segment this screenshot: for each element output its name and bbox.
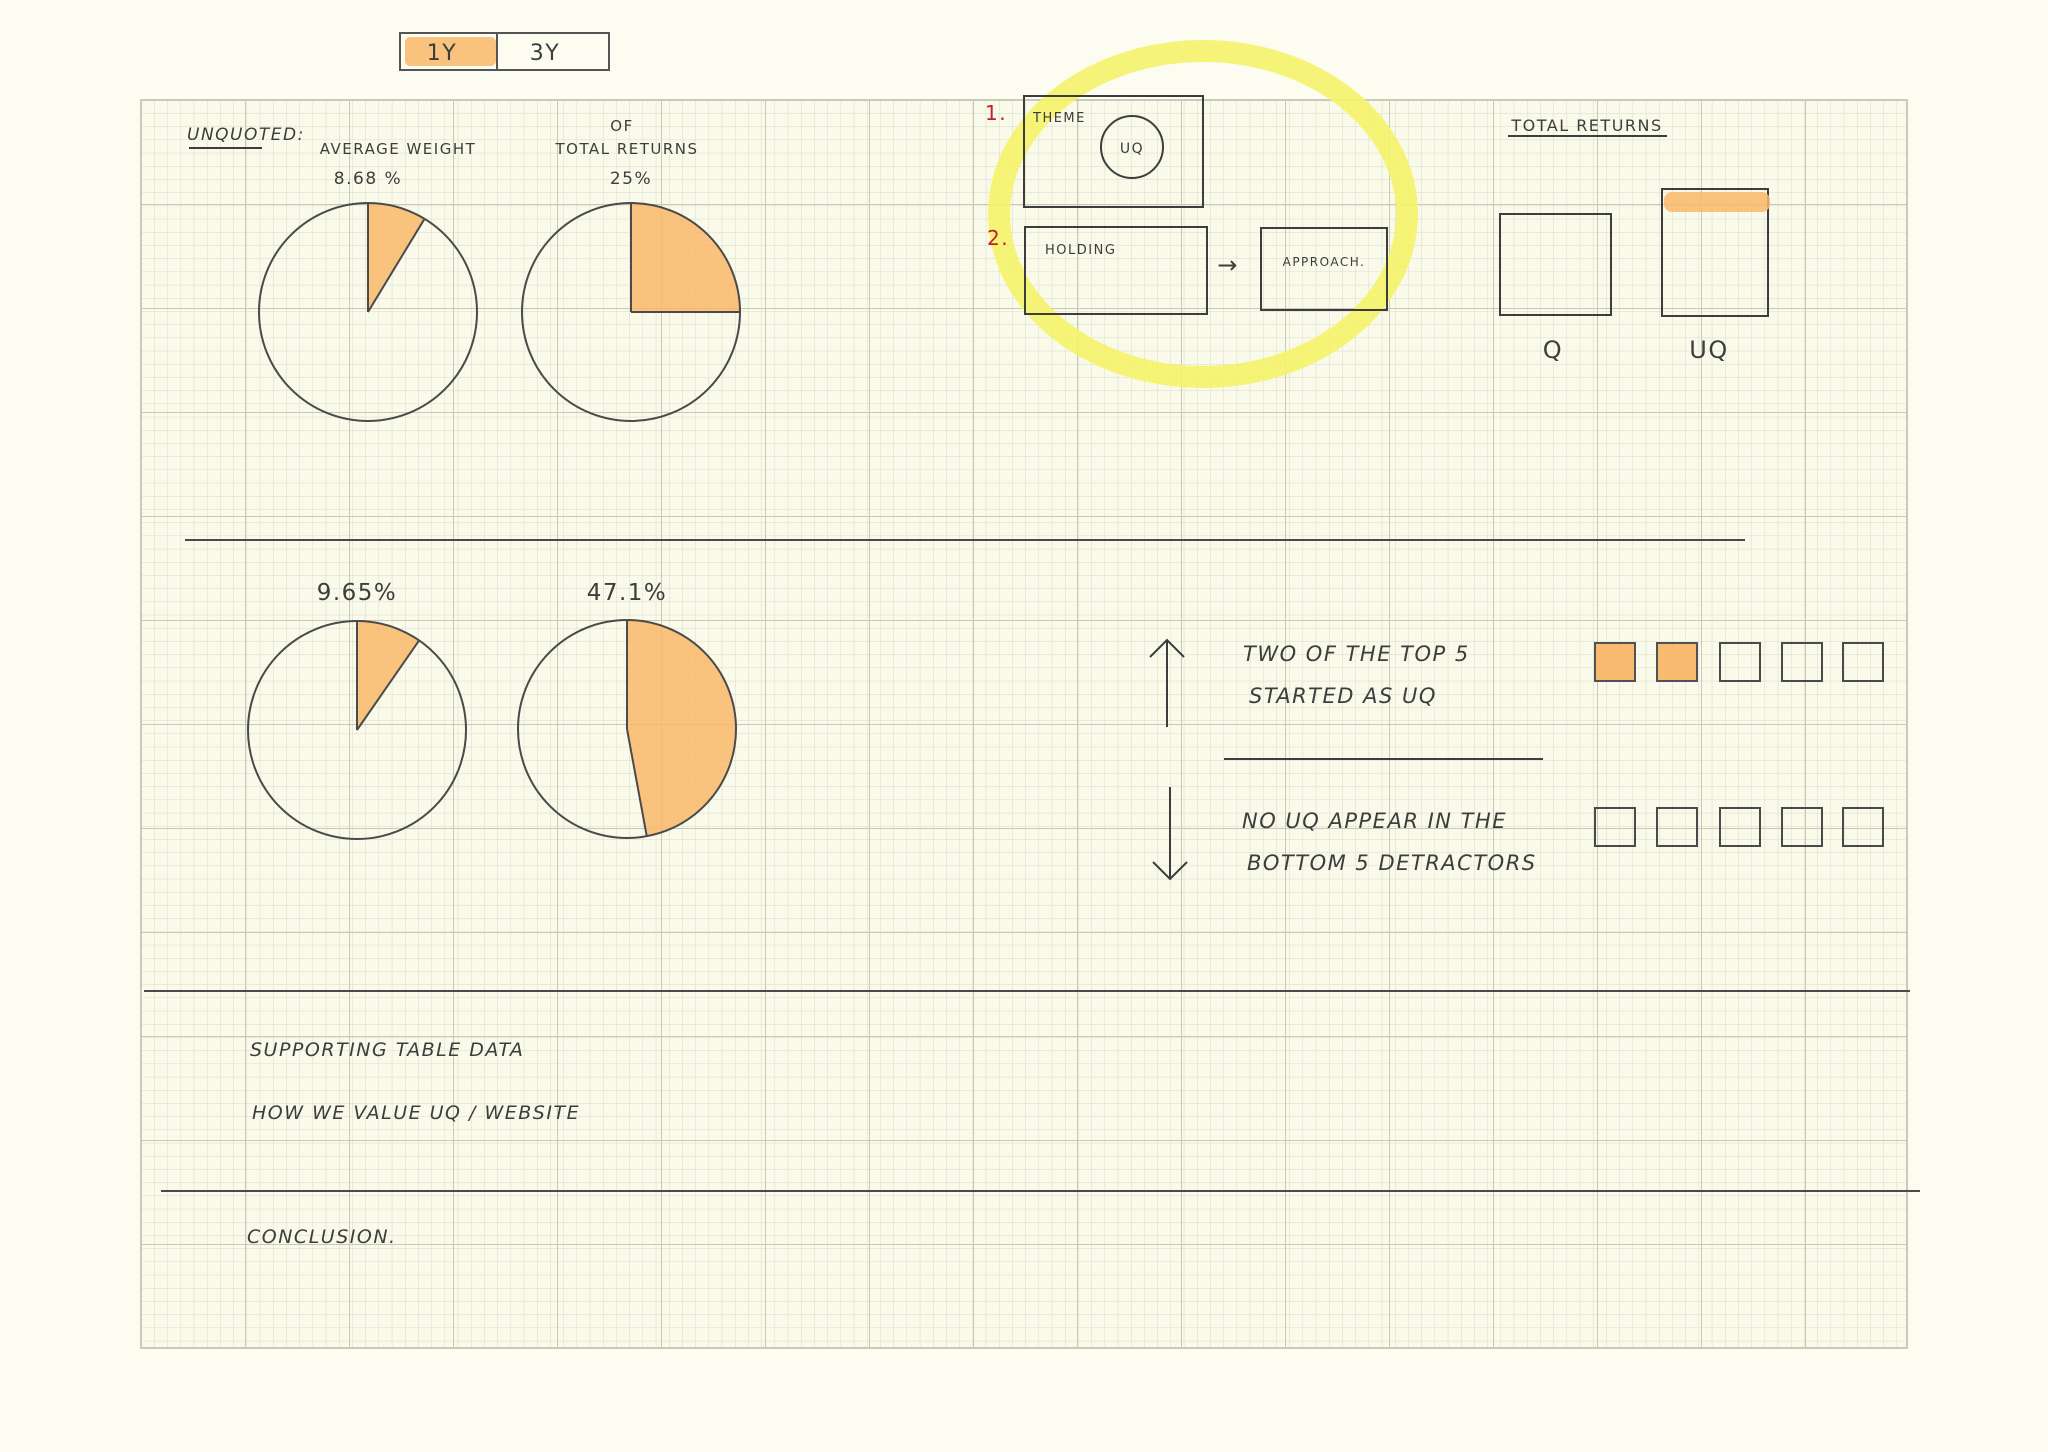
toggle-3y-button[interactable]: 3Y <box>530 41 560 66</box>
toggle-3y-label: 3Y <box>530 41 560 66</box>
theme-label: THEME <box>1032 111 1086 126</box>
toggle-1y-label: 1Y <box>427 41 457 66</box>
bottom5-line2: BOTTOM 5 DETRACTORS <box>1247 851 1537 875</box>
step1-number: 1. <box>985 101 1007 125</box>
top5-box-2 <box>1656 642 1698 682</box>
average-weight-label: AVERAGE WEIGHT <box>320 140 477 158</box>
step2-number: 2. <box>987 226 1009 250</box>
top5-box-1 <box>1594 642 1636 682</box>
returns-label-line2: TOTAL RETURNS <box>554 140 698 158</box>
arrow-right: → <box>1217 251 1239 279</box>
pie-value-label: 25% <box>610 169 652 189</box>
uq-label: UQ <box>1689 336 1728 364</box>
unquoted-label: UNQUOTED: <box>187 125 305 145</box>
pie-value-label: 8.68 % <box>334 169 402 189</box>
value-uq-note: HOW WE VALUE UQ / WEBSITE <box>252 1102 580 1124</box>
pie-value-label: 47.1% <box>587 580 668 606</box>
conclusion-note: CONCLUSION. <box>247 1226 397 1248</box>
holding-label: HOLDING <box>1045 243 1116 258</box>
whiteboard-canvas: 1Y 3Y UNQUOTED: AVERAGE WEIGHT OF TOTAL … <box>0 0 2048 1448</box>
top5-line2: STARTED AS UQ <box>1249 684 1437 708</box>
approach-label: APPROACH. <box>1283 255 1366 269</box>
uq-fill <box>1664 192 1770 212</box>
bottom5-line1: NO UQ APPEAR IN THE <box>1242 809 1507 833</box>
q-label: Q <box>1543 336 1563 364</box>
toggle-1y-button[interactable]: 1Y <box>427 41 457 66</box>
pie-value-label: 9.65% <box>317 580 398 606</box>
supporting-table-note: SUPPORTING TABLE DATA <box>250 1039 524 1061</box>
uq-circle-label: UQ <box>1120 141 1144 157</box>
period-toggle[interactable]: 1Y 3Y <box>399 32 610 71</box>
returns-label-line1: OF <box>610 117 633 135</box>
top5-line1: TWO OF THE TOP 5 <box>1243 642 1470 666</box>
sketch-svg: 1Y 3Y UNQUOTED: AVERAGE WEIGHT OF TOTAL … <box>140 32 1920 1349</box>
total-returns-title: TOTAL RETURNS <box>1510 116 1662 135</box>
